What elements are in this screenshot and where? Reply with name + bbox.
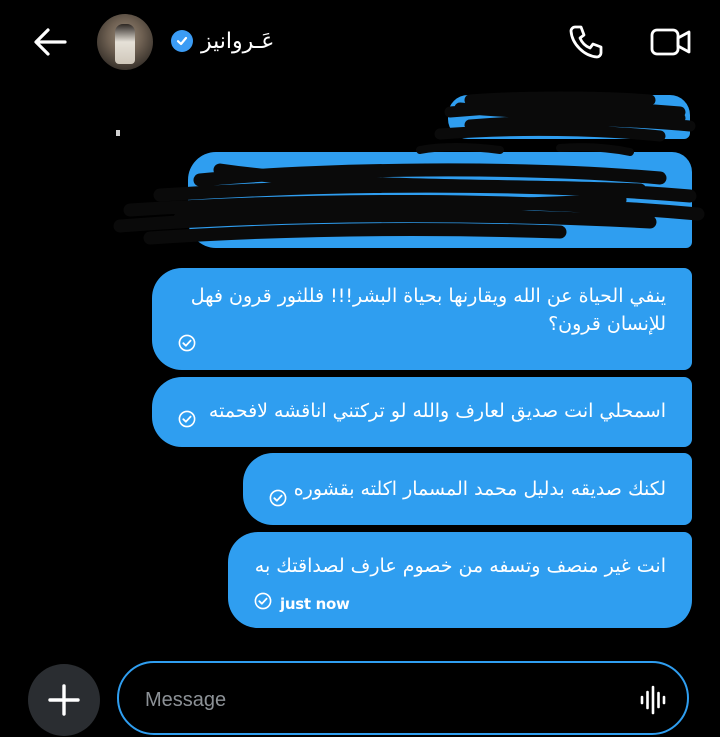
contact-name-group[interactable]: عَـروانيز	[171, 24, 274, 58]
verified-check-icon	[171, 30, 193, 52]
sent-message-bubble[interactable]: ينفي الحياة عن الله ويقارنها بحياة البشر…	[152, 268, 692, 370]
arrow-left-icon	[34, 28, 67, 56]
sent-message-bubble[interactable]: اسمحلي انت صديق لعارف والله لو تركتني ان…	[152, 377, 692, 447]
video-camera-icon	[650, 28, 691, 56]
message-composer	[117, 661, 689, 735]
redacted-message-bubble[interactable]	[448, 95, 690, 139]
contact-name: عَـروانيز	[201, 28, 275, 54]
add-attachment-button[interactable]	[28, 664, 100, 736]
back-button[interactable]	[28, 22, 72, 62]
seen-check-icon	[178, 334, 196, 352]
seen-check-icon	[269, 489, 287, 507]
voice-message-button[interactable]	[637, 683, 671, 717]
phone-icon	[569, 25, 603, 59]
chat-header: عَـروانيز	[0, 0, 720, 82]
voice-waveform-icon	[640, 685, 666, 715]
message-text: اسمحلي انت صديق لعارف والله لو تركتني ان…	[208, 400, 666, 422]
message-timestamp: just now	[280, 595, 350, 613]
avatar-figure	[115, 24, 135, 64]
plus-icon	[48, 684, 80, 716]
sent-message-bubble[interactable]: انت غير منصف وتسفه من خصوم عارف لصداقتك …	[228, 532, 692, 628]
sent-message-bubble[interactable]: لكنك صديقه بدليل محمد المسمار اكلته بقشو…	[243, 453, 692, 525]
message-text: انت غير منصف وتسفه من خصوم عارف لصداقتك …	[254, 555, 666, 577]
message-input[interactable]	[143, 681, 617, 719]
voice-call-button[interactable]	[566, 22, 606, 62]
redacted-message-bubble[interactable]	[188, 152, 692, 248]
video-call-button[interactable]	[648, 22, 694, 62]
chat-screen: عَـروانيز ينفي الحياة عن الله ويقارنها ب…	[0, 0, 720, 737]
message-text: لكنك صديقه بدليل محمد المسمار اكلته بقشو…	[293, 478, 666, 500]
seen-check-icon	[254, 592, 272, 610]
seen-check-icon	[178, 410, 196, 428]
message-text: ينفي الحياة عن الله ويقارنها بحياة البشر…	[190, 285, 666, 335]
contact-avatar[interactable]	[97, 14, 153, 70]
